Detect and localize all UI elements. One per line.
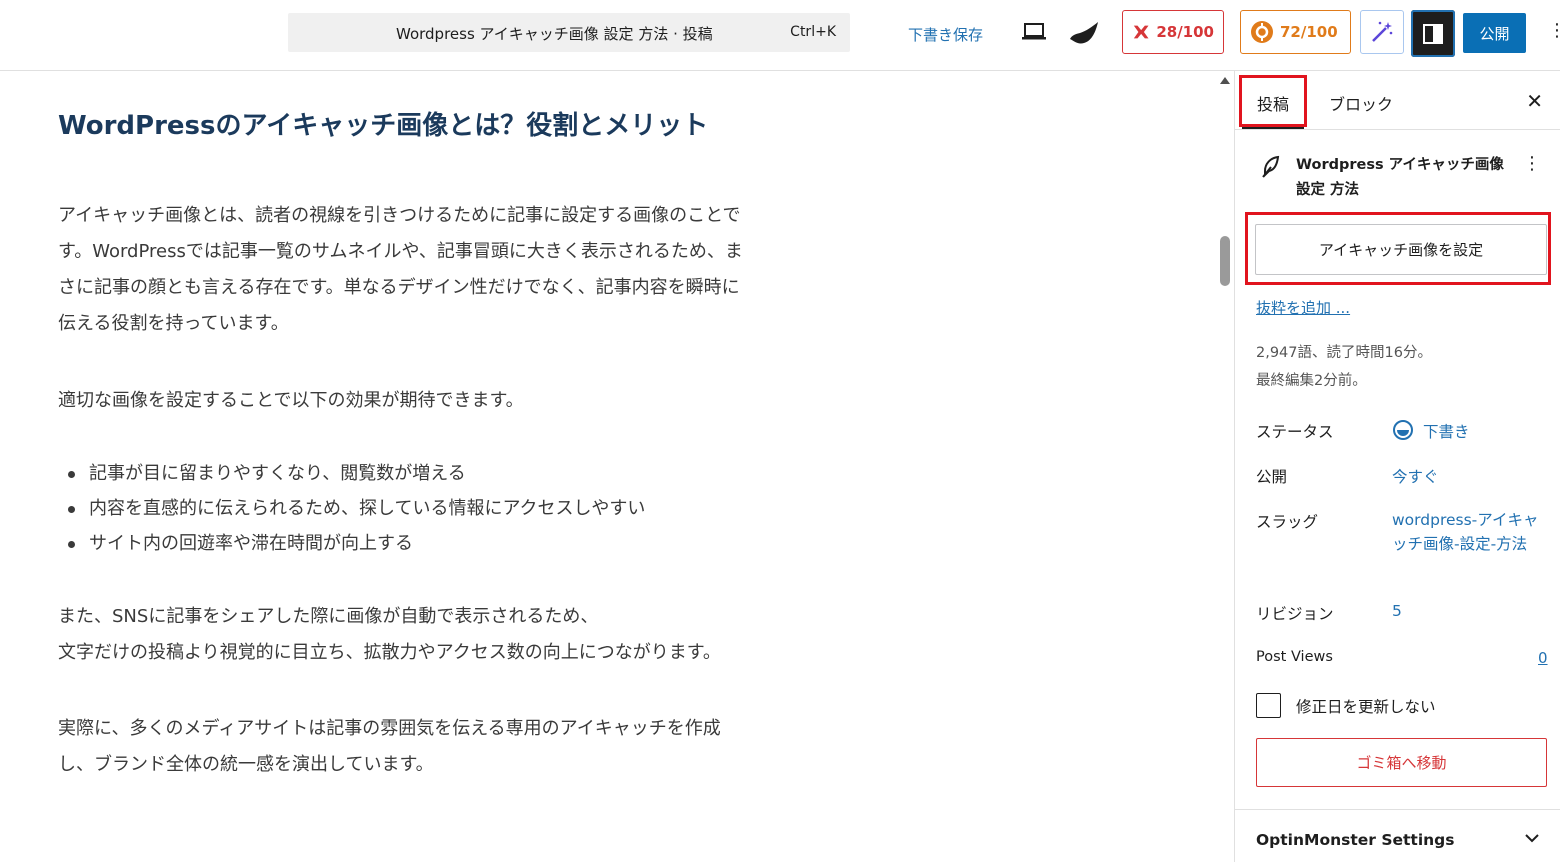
command-palette-button[interactable]: Wordpress アイキャッチ画像 設定 方法 · 投稿 Ctrl+K [288, 13, 850, 52]
slug-value[interactable]: wordpress-アイキャッチ画像-設定-方法 [1392, 508, 1542, 556]
list-item: 記事が目に留まりやすくなり、閲覧数が増える [58, 456, 645, 491]
benefits-list[interactable]: 記事が目に留まりやすくなり、閲覧数が増える 内容を直感的に伝えられるため、探して… [58, 456, 645, 561]
publish-button[interactable]: 公開 [1463, 13, 1526, 53]
paragraph-intro[interactable]: アイキャッチ画像とは、読者の視線を引きつけるために記事に設定する画像のことで す… [58, 198, 743, 342]
command-title: Wordpress アイキャッチ画像 設定 方法 · 投稿 [396, 25, 713, 43]
score-m-icon [1133, 25, 1149, 39]
draft-status-icon [1392, 419, 1414, 445]
revision-label: リビジョン [1256, 605, 1334, 623]
paragraph-sns[interactable]: また、SNSに記事をシェアした際に画像が自動で表示されるため、 文字だけの投稿よ… [58, 599, 721, 671]
magic-wand-icon [1372, 21, 1393, 42]
list-item: 内容を直感的に伝えられるため、探している情報にアクセスしやすい [58, 491, 645, 526]
settings-sidebar: 投稿 ブロック ✕ Wordpress アイキャッチ画像 設定 方法 ⋮ アイキ… [1234, 71, 1560, 862]
content-heading[interactable]: WordPressのアイキャッチ画像とは？役割とメリット [58, 105, 708, 142]
more-vertical-icon[interactable]: ⋮ [1548, 22, 1560, 40]
word-count: 2,947語、読了時間16分。 [1256, 345, 1432, 361]
revision-value[interactable]: 5 [1392, 602, 1402, 620]
score-gear-icon [1251, 21, 1273, 43]
editor-canvas[interactable]: WordPressのアイキャッチ画像とは？役割とメリット アイキャッチ画像とは、… [0, 71, 1216, 862]
sidebar-tabs: 投稿 ブロック ✕ [1235, 71, 1560, 130]
save-draft-button[interactable]: 下書き保存 [908, 24, 983, 45]
optinmonster-settings-header[interactable]: OptinMonster Settings [1256, 831, 1455, 849]
paragraph-effects[interactable]: 適切な画像を設定することで以下の効果が期待できます。 [58, 383, 524, 419]
feather-icon [1261, 155, 1281, 183]
post-views-value[interactable]: 0 [1538, 649, 1548, 667]
brush-icon[interactable] [1068, 18, 1100, 48]
editor-scrollbar[interactable] [1216, 71, 1234, 862]
chevron-down-icon[interactable] [1523, 829, 1541, 851]
divider [1235, 809, 1560, 810]
move-to-trash-button[interactable]: ゴミ箱へ移動 [1256, 738, 1547, 787]
paragraph-media[interactable]: 実際に、多くのメディアサイトは記事の雰囲気を伝える専用のアイキャッチを作成 し、… [58, 711, 721, 783]
set-featured-image-button[interactable]: アイキャッチ画像を設定 [1255, 224, 1547, 275]
add-excerpt-link[interactable]: 抜粋を追加 ... [1256, 297, 1350, 318]
scroll-up-arrow-icon[interactable] [1220, 77, 1230, 84]
close-icon[interactable]: ✕ [1526, 89, 1543, 113]
settings-panel-toggle[interactable] [1411, 10, 1455, 57]
editor-header: Wordpress アイキャッチ画像 設定 方法 · 投稿 Ctrl+K 下書き… [0, 0, 1560, 71]
post-views-label: Post Views [1256, 649, 1333, 665]
tab-block[interactable]: ブロック [1329, 91, 1393, 115]
status-value[interactable]: 下書き [1423, 420, 1470, 442]
no-update-modified-label[interactable]: 修正日を更新しない [1296, 695, 1436, 717]
post-title-summary: Wordpress アイキャッチ画像 設定 方法 [1296, 157, 1504, 198]
laptop-icon[interactable] [1020, 20, 1048, 44]
scrollbar-thumb[interactable] [1220, 236, 1230, 286]
slug-label: スラッグ [1256, 513, 1319, 531]
post-actions-icon[interactable]: ⋮ [1523, 155, 1541, 173]
readability-score-value: 72/100 [1280, 23, 1338, 41]
readability-score-button[interactable]: 72/100 [1240, 10, 1351, 54]
highlight-box-tab [1239, 75, 1307, 127]
command-shortcut: Ctrl+K [790, 24, 836, 40]
last-edited: 最終編集2分前。 [1256, 373, 1367, 389]
seo-score-button[interactable]: 28/100 [1122, 10, 1224, 54]
sidebar-panel-icon [1423, 23, 1443, 44]
list-item: サイト内の回遊率や滞在時間が向上する [58, 526, 645, 561]
ai-assistant-button[interactable] [1360, 10, 1404, 54]
seo-score-value: 28/100 [1156, 23, 1214, 41]
publish-date-value[interactable]: 今すぐ [1392, 465, 1439, 487]
status-label: ステータス [1256, 423, 1334, 441]
publish-label: 公開 [1256, 468, 1288, 486]
post-meta-info: 2,947語、読了時間16分。 最終編集2分前。 [1256, 339, 1432, 395]
no-update-modified-checkbox[interactable] [1256, 693, 1281, 718]
